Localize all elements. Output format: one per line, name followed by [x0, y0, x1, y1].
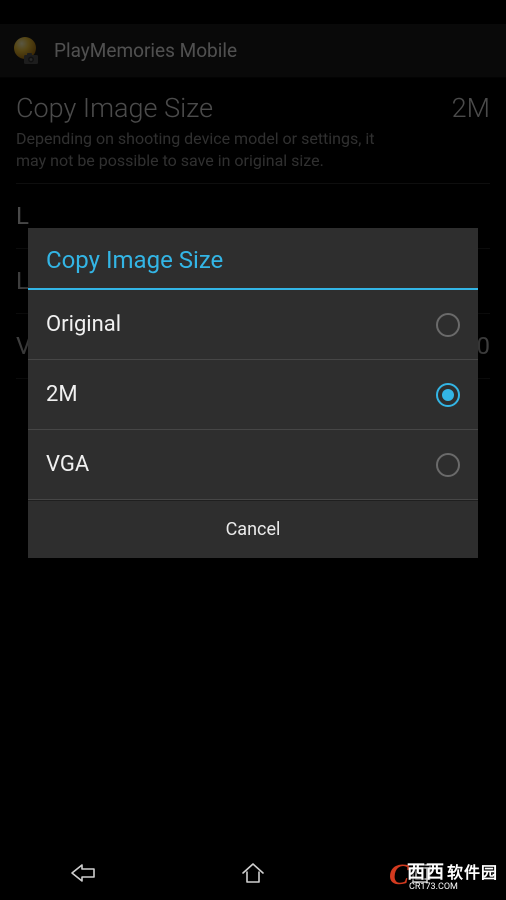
radio-icon [436, 383, 460, 407]
dialog-option-list: Original 2M VGA [28, 290, 478, 500]
dialog-option-original[interactable]: Original [28, 290, 478, 360]
option-label: VGA [46, 452, 89, 477]
option-label: 2M [46, 382, 78, 407]
back-icon [68, 861, 100, 885]
home-icon [239, 861, 267, 885]
dialog-title: Copy Image Size [28, 228, 478, 288]
dialog-footer: Cancel [28, 500, 478, 558]
cancel-button[interactable]: Cancel [28, 501, 478, 558]
watermark-main: 西西 [407, 862, 445, 883]
dialog-option-2m[interactable]: 2M [28, 360, 478, 430]
radio-icon [436, 453, 460, 477]
watermark-suffix: 软件园 [447, 863, 498, 882]
radio-icon [436, 313, 460, 337]
dialog-option-vga[interactable]: VGA [28, 430, 478, 500]
watermark: C 西西 软件园 CR173.COM [389, 858, 498, 892]
nav-home-button[interactable] [169, 846, 338, 900]
watermark-initial: C [389, 858, 409, 892]
dialog-copy-image-size: Copy Image Size Original 2M VGA Cancel [28, 228, 478, 558]
option-label: Original [46, 312, 121, 337]
nav-back-button[interactable] [0, 846, 169, 900]
